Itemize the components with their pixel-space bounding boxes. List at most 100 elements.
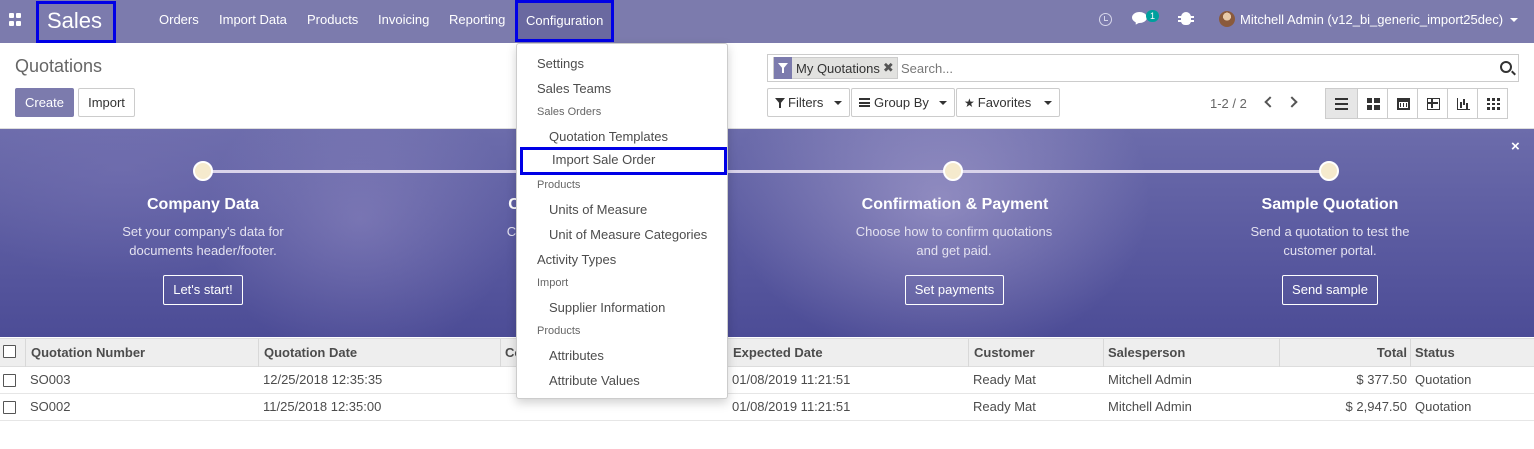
pager-previous-icon[interactable]: [1264, 96, 1276, 108]
filters-dropdown[interactable]: Filters: [767, 88, 850, 117]
pivot-view-button[interactable]: [1417, 88, 1448, 119]
pager-value[interactable]: 1-2 / 2: [1210, 96, 1247, 111]
select-all-checkbox[interactable]: [3, 345, 16, 358]
column-header-expected-date[interactable]: Expected Date: [733, 339, 823, 367]
graph-view-icon: [1457, 98, 1470, 110]
filter-facet-icon: [774, 57, 792, 79]
step-title-company-data: Company Data: [146, 196, 260, 213]
cell-total: $ 2,947.50: [1345, 399, 1407, 414]
menu-orders[interactable]: Orders: [159, 0, 199, 40]
column-separator: [258, 339, 259, 367]
column-header-date[interactable]: Quotation Date: [264, 339, 357, 367]
search-input[interactable]: [901, 57, 1481, 79]
menu-configuration[interactable]: Configuration: [515, 0, 615, 42]
set-payments-button[interactable]: Set payments: [905, 275, 1004, 305]
activity-view-button[interactable]: [1477, 88, 1508, 119]
step-dot: [1319, 161, 1339, 181]
menu-import-data[interactable]: Import Data: [219, 0, 287, 40]
column-header-status[interactable]: Status: [1415, 339, 1455, 367]
menu-item-import-sale-order[interactable]: Import Sale Order: [520, 147, 727, 175]
row-checkbox[interactable]: [3, 401, 16, 414]
menu-item-supplier-information[interactable]: Supplier Information: [517, 295, 727, 320]
menu-products[interactable]: Products: [307, 0, 358, 40]
onboarding-progress-line: [203, 170, 1330, 173]
activity-clock-icon[interactable]: [1099, 13, 1112, 26]
menu-header-import: Import: [537, 277, 569, 289]
cell-customer: Ready Mat: [973, 399, 1036, 414]
column-header-salesperson[interactable]: Salesperson: [1108, 339, 1185, 367]
column-header-number[interactable]: Quotation Number: [31, 339, 145, 367]
search-bar[interactable]: My Quotations ✖: [767, 54, 1519, 82]
step-dot: [193, 161, 213, 181]
view-switcher: [1325, 88, 1508, 119]
cell-expected-date: 01/08/2019 11:21:51: [732, 372, 851, 387]
list-view-button[interactable]: [1325, 88, 1358, 119]
menu-reporting[interactable]: Reporting: [449, 0, 505, 40]
table-row[interactable]: SO003 12/25/2018 12:35:35 01/08/2019 11:…: [0, 367, 1534, 394]
menu-item-sales-teams[interactable]: Sales Teams: [517, 76, 727, 101]
step-title-confirmation-payment: Confirmation & Payment: [861, 196, 1049, 213]
graph-view-button[interactable]: [1447, 88, 1478, 119]
menu-item-activity-types[interactable]: Activity Types: [517, 247, 727, 272]
menu-header-products-2: Products: [537, 325, 581, 337]
lets-start-button[interactable]: Let's start!: [163, 275, 243, 305]
search-facet-label: My Quotations: [796, 60, 880, 76]
column-header-customer[interactable]: Customer: [974, 339, 1035, 367]
menu-item-quotation-templates[interactable]: Quotation Templates: [517, 124, 727, 149]
cell-expected-date: 01/08/2019 11:21:51: [732, 399, 851, 414]
group-by-label: Group By: [874, 95, 929, 110]
onboarding-banner: × Company Data Set your company's data f…: [0, 129, 1534, 337]
favorites-dropdown[interactable]: ★ Favorites: [956, 88, 1060, 117]
create-button[interactable]: Create: [15, 88, 74, 117]
apps-menu-icon[interactable]: [9, 13, 22, 26]
cell-status: Quotation: [1415, 372, 1472, 387]
row-checkbox[interactable]: [3, 374, 16, 387]
page-title: Quotations: [15, 56, 103, 76]
step-desc: Set your company's data for documents he…: [88, 222, 318, 260]
menu-item-settings[interactable]: Settings: [517, 51, 727, 76]
step-desc-line: Set your company's data for: [122, 224, 284, 239]
facet-remove-icon[interactable]: ✖: [883, 60, 897, 76]
cell-date: 11/25/2018 12:35:00: [263, 399, 382, 414]
favorites-label: Favorites: [977, 95, 1032, 110]
step-desc-line: and get paid.: [916, 243, 992, 258]
group-by-dropdown[interactable]: Group By: [851, 88, 955, 117]
step-title-sample-quotation: Sample Quotation: [1261, 196, 1399, 213]
table-row[interactable]: SO002 11/25/2018 12:35:00 01/08/2019 11:…: [0, 394, 1534, 421]
caret-down-icon: [1044, 101, 1052, 105]
cell-salesperson: Mitchell Admin: [1108, 399, 1192, 414]
search-icon[interactable]: [1500, 61, 1512, 73]
configuration-dropdown-menu: Settings Sales Teams Sales Orders Quotat…: [516, 43, 728, 399]
user-menu-caret-icon[interactable]: [1510, 18, 1518, 22]
menu-item-attributes[interactable]: Attributes: [517, 343, 727, 368]
banner-close-icon[interactable]: ×: [1511, 138, 1520, 155]
app-brand[interactable]: Sales: [36, 1, 116, 43]
menu-item-units-of-measure[interactable]: Units of Measure: [517, 197, 727, 222]
user-menu[interactable]: Mitchell Admin (v12_bi_generic_import25d…: [1240, 0, 1503, 40]
user-avatar[interactable]: [1219, 11, 1235, 27]
step-desc: Send a quotation to test the customer po…: [1215, 222, 1445, 260]
menu-item-attribute-values[interactable]: Attribute Values: [517, 368, 727, 393]
menu-item-uom-categories[interactable]: Unit of Measure Categories: [517, 222, 727, 247]
kanban-view-button[interactable]: [1357, 88, 1388, 119]
step-desc-line: customer portal.: [1283, 243, 1377, 258]
menu-invoicing[interactable]: Invoicing: [378, 0, 429, 40]
import-button[interactable]: Import: [78, 88, 135, 117]
column-separator: [25, 339, 26, 367]
debug-bug-icon[interactable]: [1178, 12, 1194, 25]
send-sample-button[interactable]: Send sample: [1282, 275, 1378, 305]
caret-down-icon: [834, 101, 842, 105]
pivot-view-icon: [1427, 98, 1440, 110]
messaging-icon[interactable]: [1132, 12, 1147, 23]
step-dot: [943, 161, 963, 181]
control-panel: Quotations Create Import My Quotations ✖…: [0, 43, 1534, 129]
pager-next-icon[interactable]: [1286, 96, 1298, 108]
step-desc-line: Choose how to confirm quotations: [855, 224, 1053, 239]
caret-down-icon: [939, 101, 947, 105]
column-header-total[interactable]: Total: [1280, 339, 1407, 367]
kanban-view-icon: [1367, 98, 1380, 110]
calendar-view-button[interactable]: [1387, 88, 1418, 119]
list-view-icon: [1335, 98, 1348, 110]
step-desc-line: documents header/footer.: [129, 243, 277, 258]
cell-customer: Ready Mat: [973, 372, 1036, 387]
